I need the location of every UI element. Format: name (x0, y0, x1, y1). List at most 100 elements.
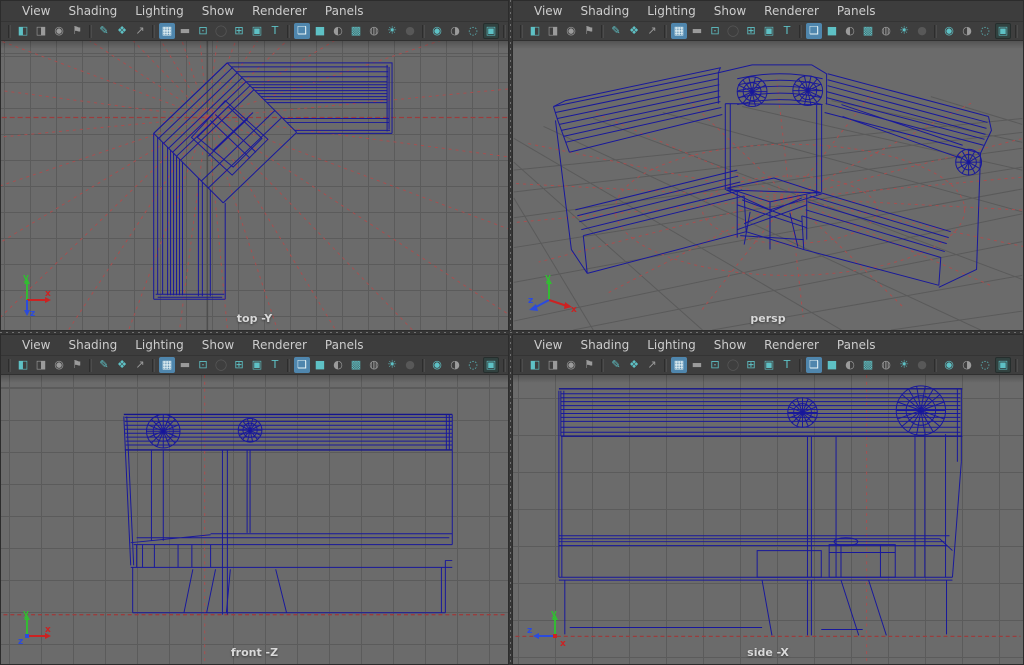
camera-lock-icon[interactable]: ◨ (545, 357, 561, 373)
camera-track-icon[interactable]: ❖ (626, 357, 642, 373)
field-chart-icon[interactable]: ⊞ (231, 23, 247, 39)
safe-title-icon[interactable]: T (267, 23, 283, 39)
viewport-canvas-persp[interactable]: y x z persp (513, 41, 1023, 330)
menu-panels[interactable]: Panels (828, 1, 885, 21)
grease-pencil-icon[interactable]: ✎ (96, 23, 112, 39)
grease-pencil-icon[interactable]: ✎ (608, 357, 624, 373)
resolution-gate-icon[interactable]: ⊡ (707, 23, 723, 39)
camera-attributes-icon[interactable]: ◉ (563, 357, 579, 373)
multisample-aa-icon[interactable]: ◌ (977, 23, 993, 39)
shaded-mode-icon[interactable]: ■ (312, 357, 328, 373)
shaded-mode-icon[interactable]: ■ (824, 23, 840, 39)
isolate-select-icon[interactable]: ▣ (483, 23, 499, 39)
isolate-select-icon[interactable]: ▣ (995, 23, 1011, 39)
fog-icon[interactable]: ◉ (429, 357, 445, 373)
menu-renderer[interactable]: Renderer (243, 335, 316, 355)
menu-show[interactable]: Show (193, 1, 243, 21)
camera-dolly-icon[interactable]: ↗ (132, 23, 148, 39)
film-gate-icon[interactable]: ▬ (177, 23, 193, 39)
field-chart-icon[interactable]: ⊞ (743, 23, 759, 39)
wireframe-mode-icon[interactable]: ❑ (294, 357, 310, 373)
gate-mask-icon[interactable]: ◯ (725, 23, 741, 39)
isolate-select-icon[interactable]: ▣ (483, 357, 499, 373)
screen-space-ao-icon[interactable]: ● (914, 23, 930, 39)
film-gate-icon[interactable]: ▬ (689, 23, 705, 39)
camera-lock-icon[interactable]: ◨ (33, 23, 49, 39)
camera-select-icon[interactable]: ◧ (15, 357, 31, 373)
menu-renderer[interactable]: Renderer (755, 1, 828, 21)
grid-toggle-icon[interactable]: ▦ (671, 23, 687, 39)
safe-action-icon[interactable]: ▣ (249, 357, 265, 373)
wireframe-mode-icon[interactable]: ❑ (806, 357, 822, 373)
bookmark-icon[interactable]: ⚑ (69, 357, 85, 373)
textured-mode-icon[interactable]: ▩ (348, 357, 364, 373)
viewport-canvas-front[interactable]: y x z front -Z (1, 375, 508, 664)
camera-lock-icon[interactable]: ◨ (545, 23, 561, 39)
use-all-lights-icon[interactable]: ◍ (878, 23, 894, 39)
field-chart-icon[interactable]: ⊞ (743, 357, 759, 373)
resolution-gate-icon[interactable]: ⊡ (707, 357, 723, 373)
camera-attributes-icon[interactable]: ◉ (51, 357, 67, 373)
shadows-icon[interactable]: ☀ (384, 23, 400, 39)
bookmark-icon[interactable]: ⚑ (69, 23, 85, 39)
motion-blur-icon[interactable]: ◑ (959, 23, 975, 39)
textured-mode-icon[interactable]: ▩ (860, 23, 876, 39)
camera-attributes-icon[interactable]: ◉ (563, 23, 579, 39)
wireframe-mode-icon[interactable]: ❑ (294, 23, 310, 39)
menu-shading[interactable]: Shading (571, 1, 638, 21)
menu-renderer[interactable]: Renderer (243, 1, 316, 21)
multisample-aa-icon[interactable]: ◌ (977, 357, 993, 373)
menu-view[interactable]: View (525, 335, 571, 355)
safe-title-icon[interactable]: T (267, 357, 283, 373)
safe-action-icon[interactable]: ▣ (761, 357, 777, 373)
multisample-aa-icon[interactable]: ◌ (465, 357, 481, 373)
menu-show[interactable]: Show (193, 335, 243, 355)
camera-dolly-icon[interactable]: ↗ (644, 357, 660, 373)
shaded-mode-icon[interactable]: ■ (824, 357, 840, 373)
motion-blur-icon[interactable]: ◑ (447, 23, 463, 39)
menu-renderer[interactable]: Renderer (755, 335, 828, 355)
use-all-lights-icon[interactable]: ◍ (878, 357, 894, 373)
bookmark-icon[interactable]: ⚑ (581, 357, 597, 373)
field-chart-icon[interactable]: ⊞ (231, 357, 247, 373)
fog-icon[interactable]: ◉ (941, 357, 957, 373)
safe-action-icon[interactable]: ▣ (761, 23, 777, 39)
motion-blur-icon[interactable]: ◑ (959, 357, 975, 373)
menu-panels[interactable]: Panels (316, 335, 373, 355)
menu-lighting[interactable]: Lighting (126, 1, 193, 21)
menu-panels[interactable]: Panels (316, 1, 373, 21)
camera-attributes-icon[interactable]: ◉ (51, 23, 67, 39)
shadows-icon[interactable]: ☀ (896, 23, 912, 39)
camera-track-icon[interactable]: ❖ (626, 23, 642, 39)
grid-toggle-icon[interactable]: ▦ (159, 357, 175, 373)
resolution-gate-icon[interactable]: ⊡ (195, 357, 211, 373)
grease-pencil-icon[interactable]: ✎ (608, 23, 624, 39)
menu-shading[interactable]: Shading (59, 1, 126, 21)
isolate-select-icon[interactable]: ▣ (995, 357, 1011, 373)
use-all-lights-icon[interactable]: ◍ (366, 357, 382, 373)
camera-track-icon[interactable]: ❖ (114, 23, 130, 39)
grid-toggle-icon[interactable]: ▦ (671, 357, 687, 373)
gate-mask-icon[interactable]: ◯ (725, 357, 741, 373)
menu-panels[interactable]: Panels (828, 335, 885, 355)
screen-space-ao-icon[interactable]: ● (914, 357, 930, 373)
wireframe-mode-icon[interactable]: ❑ (806, 23, 822, 39)
camera-track-icon[interactable]: ❖ (114, 357, 130, 373)
menu-lighting[interactable]: Lighting (638, 335, 705, 355)
screen-space-ao-icon[interactable]: ● (402, 23, 418, 39)
wireframe-on-shaded-icon[interactable]: ◐ (842, 23, 858, 39)
camera-lock-icon[interactable]: ◨ (33, 357, 49, 373)
menu-lighting[interactable]: Lighting (638, 1, 705, 21)
fog-icon[interactable]: ◉ (429, 23, 445, 39)
menu-view[interactable]: View (13, 335, 59, 355)
multisample-aa-icon[interactable]: ◌ (465, 23, 481, 39)
viewport-canvas-top[interactable]: y x z top -Y (1, 41, 508, 330)
safe-action-icon[interactable]: ▣ (249, 23, 265, 39)
menu-view[interactable]: View (525, 1, 571, 21)
film-gate-icon[interactable]: ▬ (689, 357, 705, 373)
film-gate-icon[interactable]: ▬ (177, 357, 193, 373)
viewport-canvas-side[interactable]: y z x side -X (513, 375, 1023, 664)
camera-dolly-icon[interactable]: ↗ (132, 357, 148, 373)
menu-shading[interactable]: Shading (571, 335, 638, 355)
selection-highlight-icon[interactable]: ↖ (1022, 357, 1023, 373)
